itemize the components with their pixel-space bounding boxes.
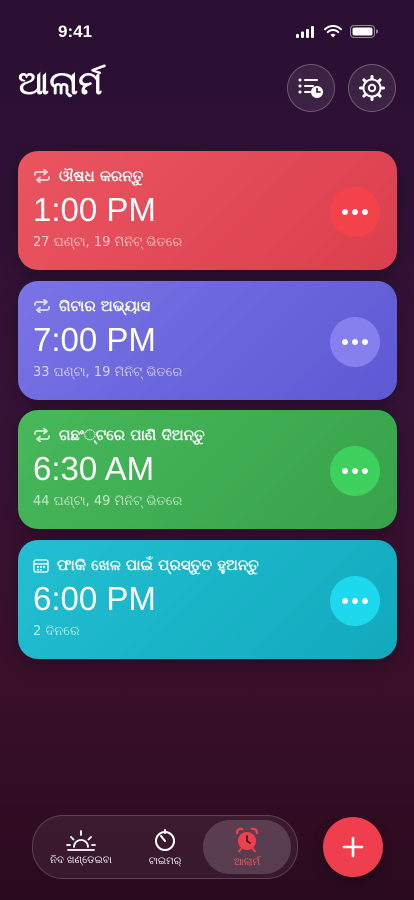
sort-list-button[interactable] — [287, 64, 335, 112]
timer-icon — [155, 828, 175, 851]
add-alarm-button[interactable] — [323, 817, 383, 877]
repeat-icon — [34, 299, 50, 313]
tab-bar: ନିଦ ଖଣ୍ଡେଇବା ଟାଇମର୍ ଆଲାର୍ମ — [32, 815, 298, 879]
more-dot — [342, 598, 348, 604]
alarm-label: ଫାକି ଖେଳ ପାଇଁ ପ୍ରସ୍ତୁତ ହୁଅନ୍ତୁ — [57, 556, 259, 574]
gear-icon — [359, 75, 385, 101]
tab-label: ନିଦ ଖଣ୍ଡେଇବା — [50, 854, 112, 866]
alarm-time: 7:00 PM — [33, 321, 156, 358]
more-dot — [362, 339, 368, 345]
alarm-label: ଗିଟାର ଅଭ୍ୟାସ — [59, 297, 151, 315]
tab-label: ଟାଇମର୍ — [148, 855, 182, 867]
alarm-countdown: 2 ଦିନରେ — [33, 624, 80, 639]
alarm-countdown: 27 ଘଣ୍ଟା, 19 ମିନିଟ୍ ଭିତରେ — [33, 235, 183, 250]
alarm-countdown: 33 ଘଣ୍ଟା, 19 ମିନିଟ୍ ଭିତରେ — [33, 365, 183, 380]
more-dot — [362, 468, 368, 474]
alarm-time: 1:00 PM — [33, 191, 156, 228]
alarm-more-button[interactable] — [330, 446, 380, 496]
status-icons — [296, 25, 378, 38]
more-dot — [362, 209, 368, 215]
more-dot — [352, 339, 358, 345]
alarm-clock-icon — [235, 827, 259, 852]
tab-wake-up[interactable]: ନିଦ ଖଣ୍ଡେଇବା — [37, 820, 125, 874]
more-dot — [342, 209, 348, 215]
list-clock-icon — [298, 78, 323, 98]
status-time: 9:41 — [58, 22, 93, 41]
more-dot — [342, 468, 348, 474]
alarm-more-button[interactable] — [330, 187, 380, 237]
calendar-icon — [33, 558, 49, 573]
more-dot — [352, 468, 358, 474]
sunrise-icon — [66, 829, 96, 851]
repeat-icon — [34, 428, 50, 442]
more-dot — [352, 598, 358, 604]
more-dot — [352, 209, 358, 215]
alarm-more-button[interactable] — [330, 317, 380, 367]
wifi-icon — [324, 25, 342, 38]
alarm-label: ଗଛଂ୍ଟରେ ପାଣି ଦିଅନ୍ତୁ — [59, 426, 205, 444]
more-dot — [362, 598, 368, 604]
alarm-card[interactable]: ଗଛଂ୍ଟରେ ପାଣି ଦିଅନ୍ତୁ 6:30 AM 44 ଘଣ୍ଟା, 4… — [18, 410, 397, 529]
alarm-card[interactable]: ଫାକି ଖେଳ ପାଇଁ ପ୍ରସ୍ତୁତ ହୁଅନ୍ତୁ 6:00 PM 2… — [18, 540, 397, 659]
alarm-card[interactable]: ଔଷଧ କରନ୍ତୁ 1:00 PM 27 ଘଣ୍ଟା, 19 ମିନିଟ୍ ଭ… — [18, 151, 397, 270]
tab-alarm[interactable]: ଆଲାର୍ମ — [203, 820, 291, 874]
page-title: ଆଲାର୍ମ — [18, 64, 103, 102]
alarm-more-button[interactable] — [330, 576, 380, 626]
alarm-time: 6:30 AM — [33, 450, 155, 487]
alarm-card[interactable]: ଗିଟାର ଅଭ୍ୟାସ 7:00 PM 33 ଘଣ୍ଟା, 19 ମିନିଟ୍… — [18, 281, 397, 400]
status-bar: 9:41 — [0, 0, 414, 60]
repeat-icon — [34, 169, 50, 183]
more-dot — [342, 339, 348, 345]
settings-button[interactable] — [348, 64, 396, 112]
signal-icon — [296, 25, 314, 38]
alarm-countdown: 44 ଘଣ୍ଟା, 49 ମିନିଟ୍ ଭିତରେ — [33, 494, 183, 509]
tab-label: ଆଲାର୍ମ — [233, 856, 261, 868]
plus-icon — [342, 836, 364, 858]
alarm-time: 6:00 PM — [33, 580, 156, 617]
alarm-label: ଔଷଧ କରନ୍ତୁ — [59, 167, 144, 185]
tab-timer[interactable]: ଟାଇମର୍ — [121, 820, 209, 874]
battery-icon — [350, 25, 378, 38]
